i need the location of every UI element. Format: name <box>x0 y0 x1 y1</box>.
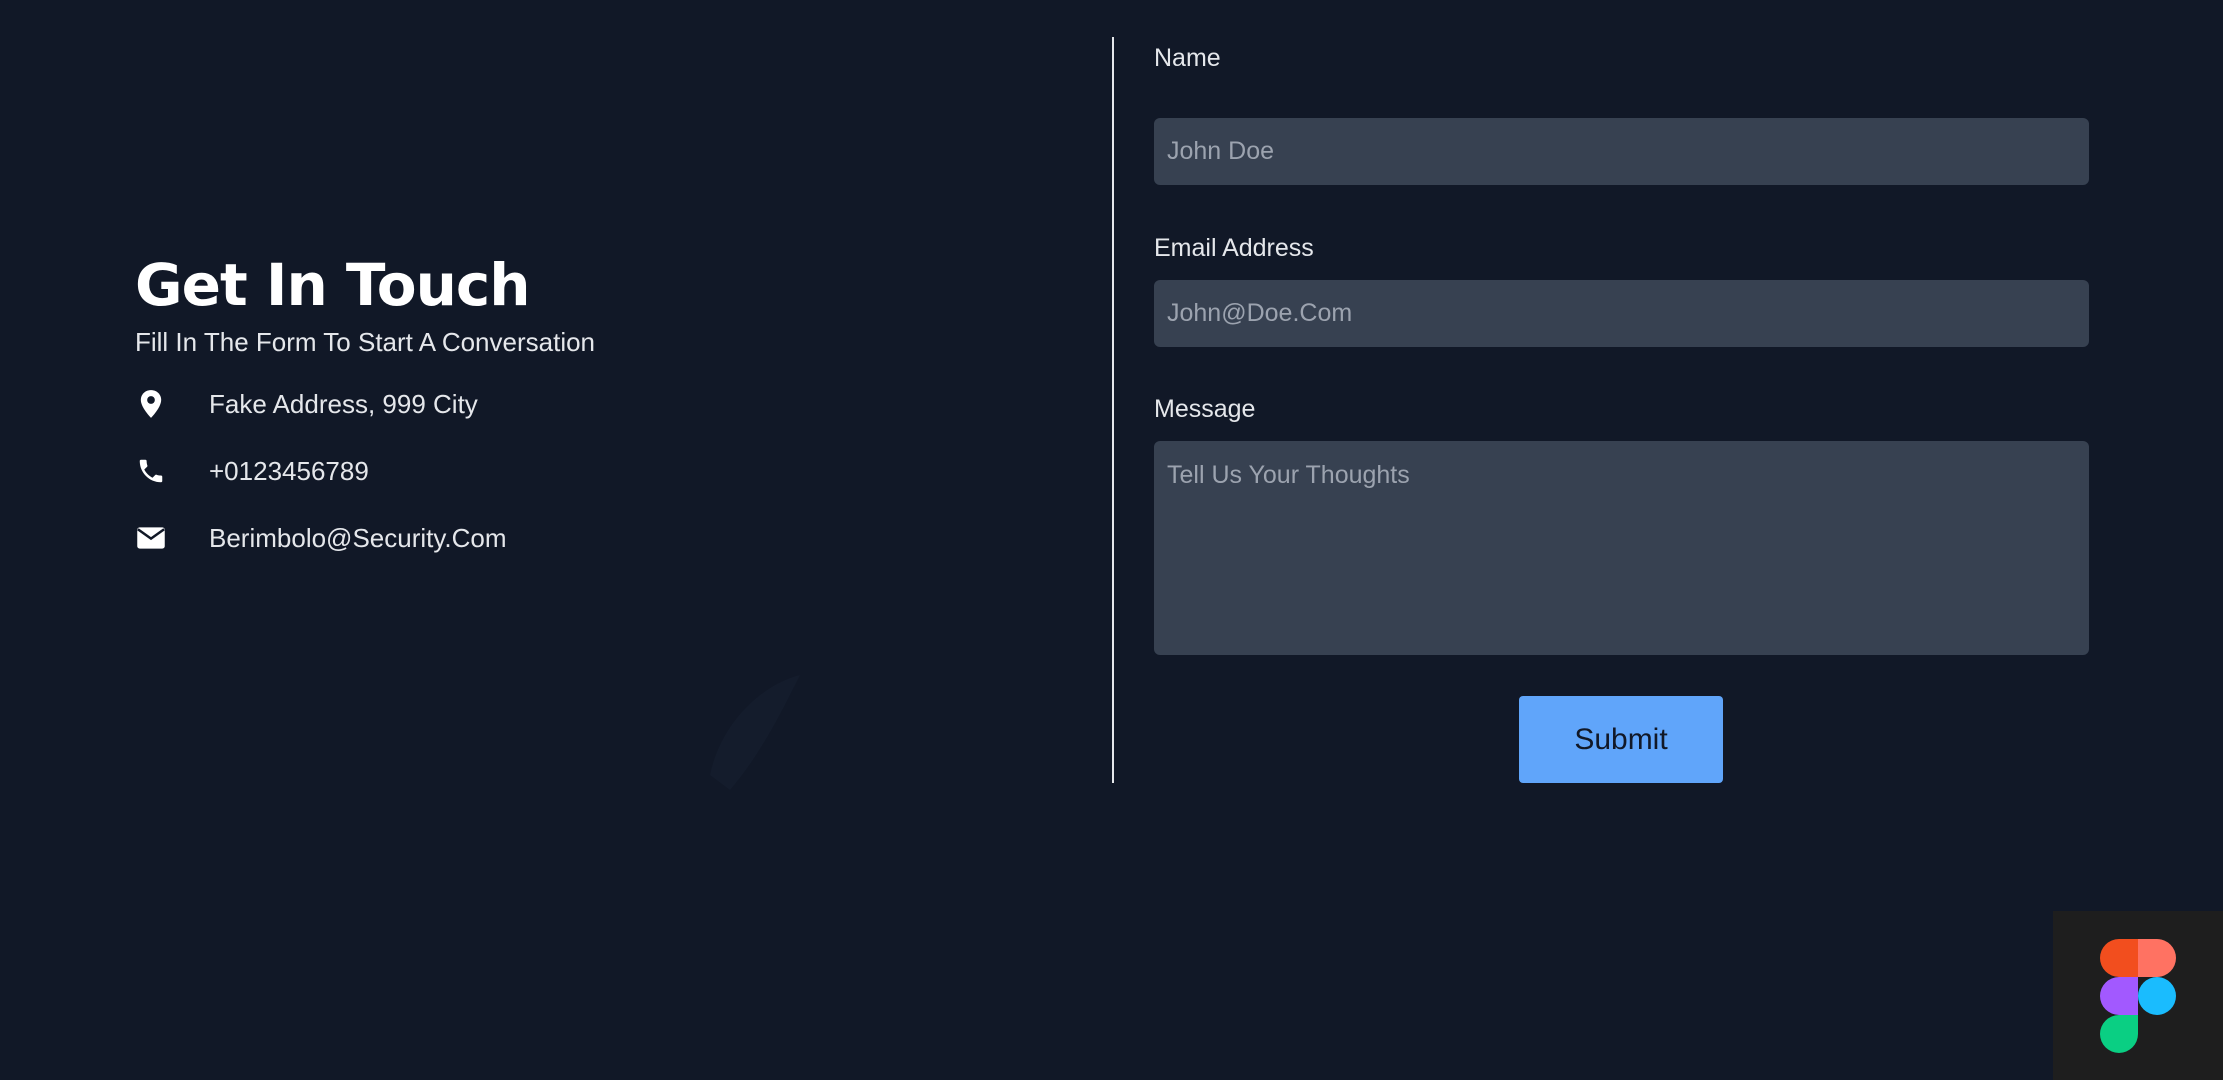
email-input[interactable] <box>1154 280 2089 347</box>
phone-icon <box>135 455 167 487</box>
contact-item-email: Berimbolo@Security.Com <box>135 518 1035 558</box>
submit-button[interactable]: Submit <box>1519 696 1723 783</box>
contact-address-text: Fake Address, 999 City <box>209 389 478 419</box>
figma-logo-icon <box>2100 938 2176 1053</box>
contact-item-address: Fake Address, 999 City <box>135 384 1035 424</box>
name-input[interactable] <box>1154 118 2089 185</box>
contact-phone-text: +0123456789 <box>209 456 369 486</box>
location-pin-icon <box>135 388 167 420</box>
message-textarea[interactable] <box>1154 441 2089 655</box>
contact-item-phone: +0123456789 <box>135 451 1035 491</box>
page-subtitle: Fill In The Form To Start A Conversation <box>135 327 596 357</box>
name-label: Name <box>1154 44 1221 72</box>
contact-info: Get In Touch Fill In The Form To Start A… <box>135 250 1035 585</box>
contact-list: Fake Address, 999 City +0123456789 Berim… <box>135 384 1035 558</box>
message-label: Message <box>1154 395 1256 423</box>
page-title: Get In Touch <box>135 251 531 319</box>
contact-email-text: Berimbolo@Security.Com <box>209 523 507 553</box>
decorative-shape <box>710 675 800 790</box>
mail-icon <box>135 522 167 554</box>
figma-badge[interactable] <box>2053 911 2223 1080</box>
contact-page: Get In Touch Fill In The Form To Start A… <box>0 0 2223 1080</box>
column-divider <box>1112 37 1114 783</box>
email-label: Email Address <box>1154 234 1314 262</box>
